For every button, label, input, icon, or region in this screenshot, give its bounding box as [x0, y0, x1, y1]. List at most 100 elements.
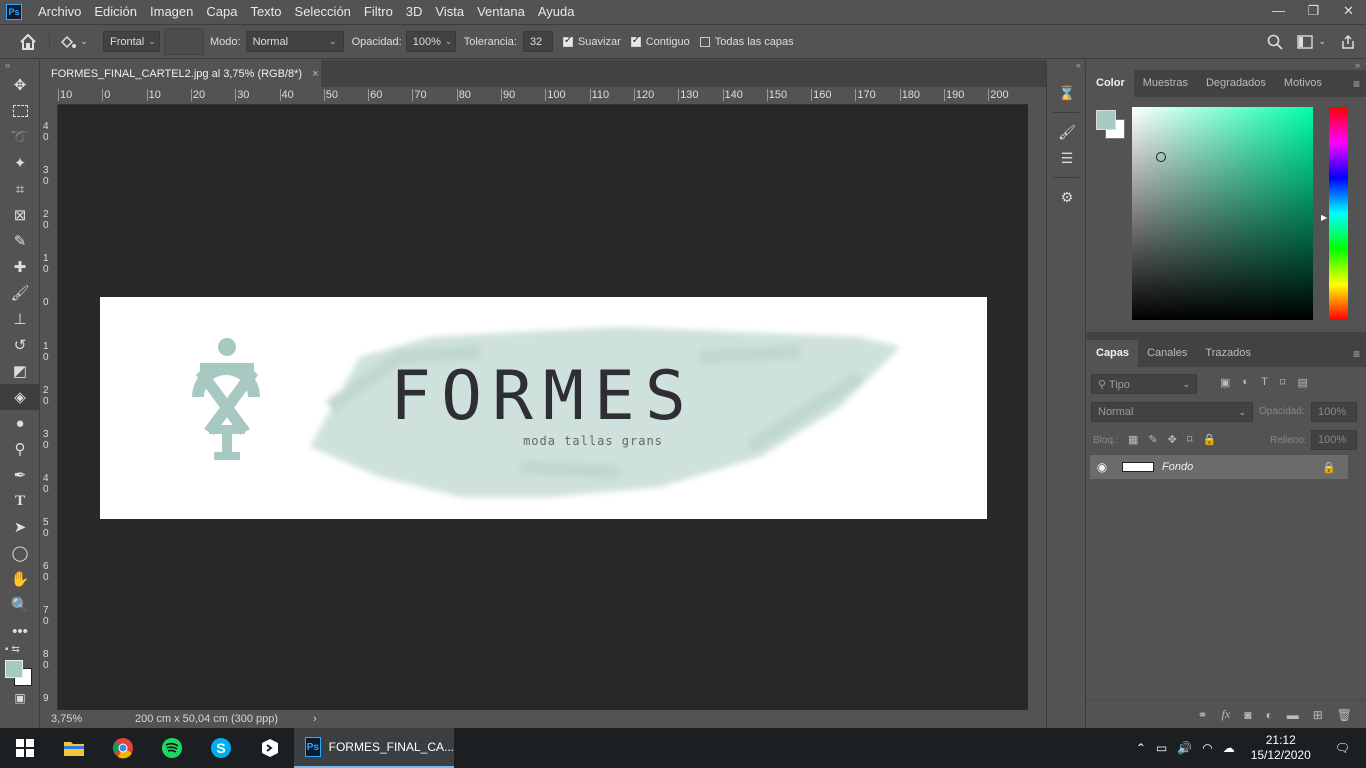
hand-tool-icon[interactable]: ✋ — [0, 566, 40, 592]
paint-bucket-preset-icon[interactable]: ⌄ — [49, 33, 97, 50]
expand-panels-icon[interactable]: « — [1047, 60, 1085, 70]
vertical-scrollbar[interactable] — [1028, 87, 1045, 710]
blur-tool-icon[interactable]: ● — [0, 410, 40, 436]
notifications-icon[interactable]: 🗨 — [1335, 741, 1350, 755]
status-arrow-icon[interactable]: › — [313, 713, 317, 725]
dev-tool-icon[interactable] — [245, 728, 294, 768]
menu-ayuda[interactable]: Ayuda — [532, 4, 582, 19]
lock-paint-icon[interactable]: ✎ — [1148, 433, 1157, 446]
layer-opacity-field[interactable]: 100% — [1311, 402, 1357, 422]
quick-mask-icon[interactable]: ▣ — [0, 688, 40, 708]
adjustments-icon[interactable]: ☰ — [1047, 145, 1087, 171]
tab-degradados[interactable]: Degradados — [1197, 70, 1275, 97]
healing-brush-tool-icon[interactable]: ✚ — [0, 254, 40, 280]
more-tools-icon[interactable]: ••• — [0, 618, 40, 644]
menu-vista[interactable]: Vista — [429, 4, 471, 19]
onedrive-icon[interactable]: ☁ — [1223, 741, 1235, 755]
close-window-button[interactable]: ✕ — [1331, 0, 1366, 23]
color-picker-cursor[interactable] — [1156, 152, 1166, 162]
clock[interactable]: 21:12 15/12/2020 — [1251, 733, 1311, 763]
pen-tool-icon[interactable]: ✒ — [0, 462, 40, 488]
zoom-level[interactable]: 3,75% — [41, 713, 111, 725]
brush-settings-icon[interactable]: 🖌 — [1047, 119, 1087, 145]
lock-artboard-icon[interactable]: ⌑ — [1187, 433, 1193, 446]
history-panel-icon[interactable]: ⌛ — [1047, 80, 1087, 106]
lock-transparent-icon[interactable]: ▦ — [1128, 433, 1138, 446]
menu-capa[interactable]: Capa — [200, 4, 244, 19]
foreground-color-swatch[interactable] — [5, 660, 23, 678]
path-selection-tool-icon[interactable]: ➤ — [0, 514, 40, 540]
collapse-panels-icon[interactable]: » — [1087, 60, 1366, 70]
dodge-tool-icon[interactable]: ⚲ — [0, 436, 40, 462]
tab-canales[interactable]: Canales — [1138, 340, 1196, 367]
file-explorer-icon[interactable] — [49, 728, 98, 768]
eyedropper-tool-icon[interactable]: ✎ — [0, 228, 40, 254]
tolerance-field[interactable]: 32 — [522, 31, 553, 52]
menu-filtro[interactable]: Filtro — [358, 4, 400, 19]
type-tool-icon[interactable]: T — [0, 488, 40, 514]
layer-row[interactable]: ◉ Fondo 🔒 — [1090, 455, 1348, 479]
collapse-tools-icon[interactable]: » — [0, 60, 39, 72]
magic-wand-tool-icon[interactable]: ✦ — [0, 150, 40, 176]
search-icon[interactable] — [1267, 34, 1284, 50]
crop-tool-icon[interactable]: ⌗ — [0, 176, 40, 202]
wifi-icon[interactable]: ◠ — [1202, 741, 1212, 755]
new-layer-icon[interactable]: ⊞ — [1313, 708, 1323, 722]
eraser-tool-icon[interactable]: ◩ — [0, 358, 40, 384]
brush-tool-icon[interactable]: 🖌 — [0, 280, 40, 306]
pattern-picker[interactable] — [164, 28, 204, 55]
menu-3d[interactable]: 3D — [400, 4, 430, 19]
history-brush-tool-icon[interactable]: ↺ — [0, 332, 40, 358]
delete-layer-icon[interactable]: 🗑 — [1337, 708, 1352, 722]
blend-mode-select[interactable]: Normal ⌄ — [1091, 402, 1253, 422]
volume-icon[interactable]: 🔊 — [1177, 741, 1192, 755]
swap-colors-icon[interactable]: ▪ ⇆ — [0, 644, 39, 660]
hue-slider[interactable] — [1329, 107, 1348, 320]
filter-smart-icon[interactable]: ▤ — [1297, 376, 1307, 389]
skype-icon[interactable]: S — [196, 728, 245, 768]
tab-trazados[interactable]: Trazados — [1196, 340, 1259, 367]
frame-tool-icon[interactable]: ⊠ — [0, 202, 40, 228]
opacity-field[interactable]: 100% ⌄ — [405, 31, 456, 52]
spotify-icon[interactable] — [147, 728, 196, 768]
filter-shape-icon[interactable]: ⌑ — [1280, 376, 1286, 389]
document-canvas[interactable]: FORMES moda tallas grans — [100, 297, 987, 519]
menu-imagen[interactable]: Imagen — [144, 4, 200, 19]
ellipse-tool-icon[interactable]: ◯ — [0, 540, 40, 566]
color-swatches[interactable] — [0, 660, 39, 688]
filter-adjust-icon[interactable]: ◐ — [1242, 376, 1249, 389]
lasso-tool-icon[interactable]: ➰ — [0, 124, 40, 150]
filter-pixel-icon[interactable]: ▣ — [1220, 376, 1230, 389]
panel-foreground-swatch[interactable] — [1096, 110, 1116, 130]
layer-name[interactable]: Fondo — [1162, 461, 1193, 473]
layers-panel-menu-icon[interactable]: ≡ — [1353, 347, 1360, 361]
show-hidden-icons-icon[interactable]: ⌃ — [1136, 741, 1146, 755]
marquee-tool-icon[interactable] — [0, 98, 40, 124]
libraries-icon[interactable]: ⚙ — [1047, 184, 1087, 210]
hue-slider-handle[interactable]: ▶ — [1321, 213, 1327, 222]
menu-ventana[interactable]: Ventana — [471, 4, 532, 19]
home-icon[interactable] — [7, 33, 49, 50]
battery-icon[interactable]: ▭ — [1156, 741, 1167, 755]
filter-type-icon[interactable]: T — [1261, 376, 1268, 389]
chrome-icon[interactable] — [98, 728, 147, 768]
tab-muestras[interactable]: Muestras — [1134, 70, 1197, 97]
color-panel-menu-icon[interactable]: ≡ — [1353, 77, 1360, 91]
windows-start-icon[interactable] — [0, 728, 49, 768]
add-mask-icon[interactable]: ◙ — [1244, 708, 1251, 722]
tab-motivos[interactable]: Motivos — [1275, 70, 1331, 97]
new-group-icon[interactable]: ▬ — [1287, 708, 1299, 722]
color-field[interactable] — [1132, 107, 1313, 320]
fill-field[interactable]: 100% — [1311, 430, 1357, 450]
menu-seleccion[interactable]: Selección — [289, 4, 358, 19]
lock-all-icon[interactable]: 🔒 — [1203, 433, 1217, 446]
all-layers-checkbox[interactable] — [699, 36, 710, 47]
layer-filter-select[interactable]: ⚲ Tipo ⌄ — [1091, 374, 1197, 394]
mode-select[interactable]: Normal ⌄ — [245, 31, 344, 52]
document-tab[interactable]: FORMES_FINAL_CARTEL2.jpg al 3,75% (RGB/8… — [41, 60, 321, 87]
contiguous-checkbox[interactable] — [630, 35, 641, 47]
tab-capas[interactable]: Capas — [1087, 340, 1139, 367]
move-tool-icon[interactable]: ✥ — [0, 72, 40, 98]
zoom-tool-icon[interactable]: 🔍 — [0, 592, 40, 618]
eye-icon[interactable]: ◉ — [1090, 460, 1114, 474]
